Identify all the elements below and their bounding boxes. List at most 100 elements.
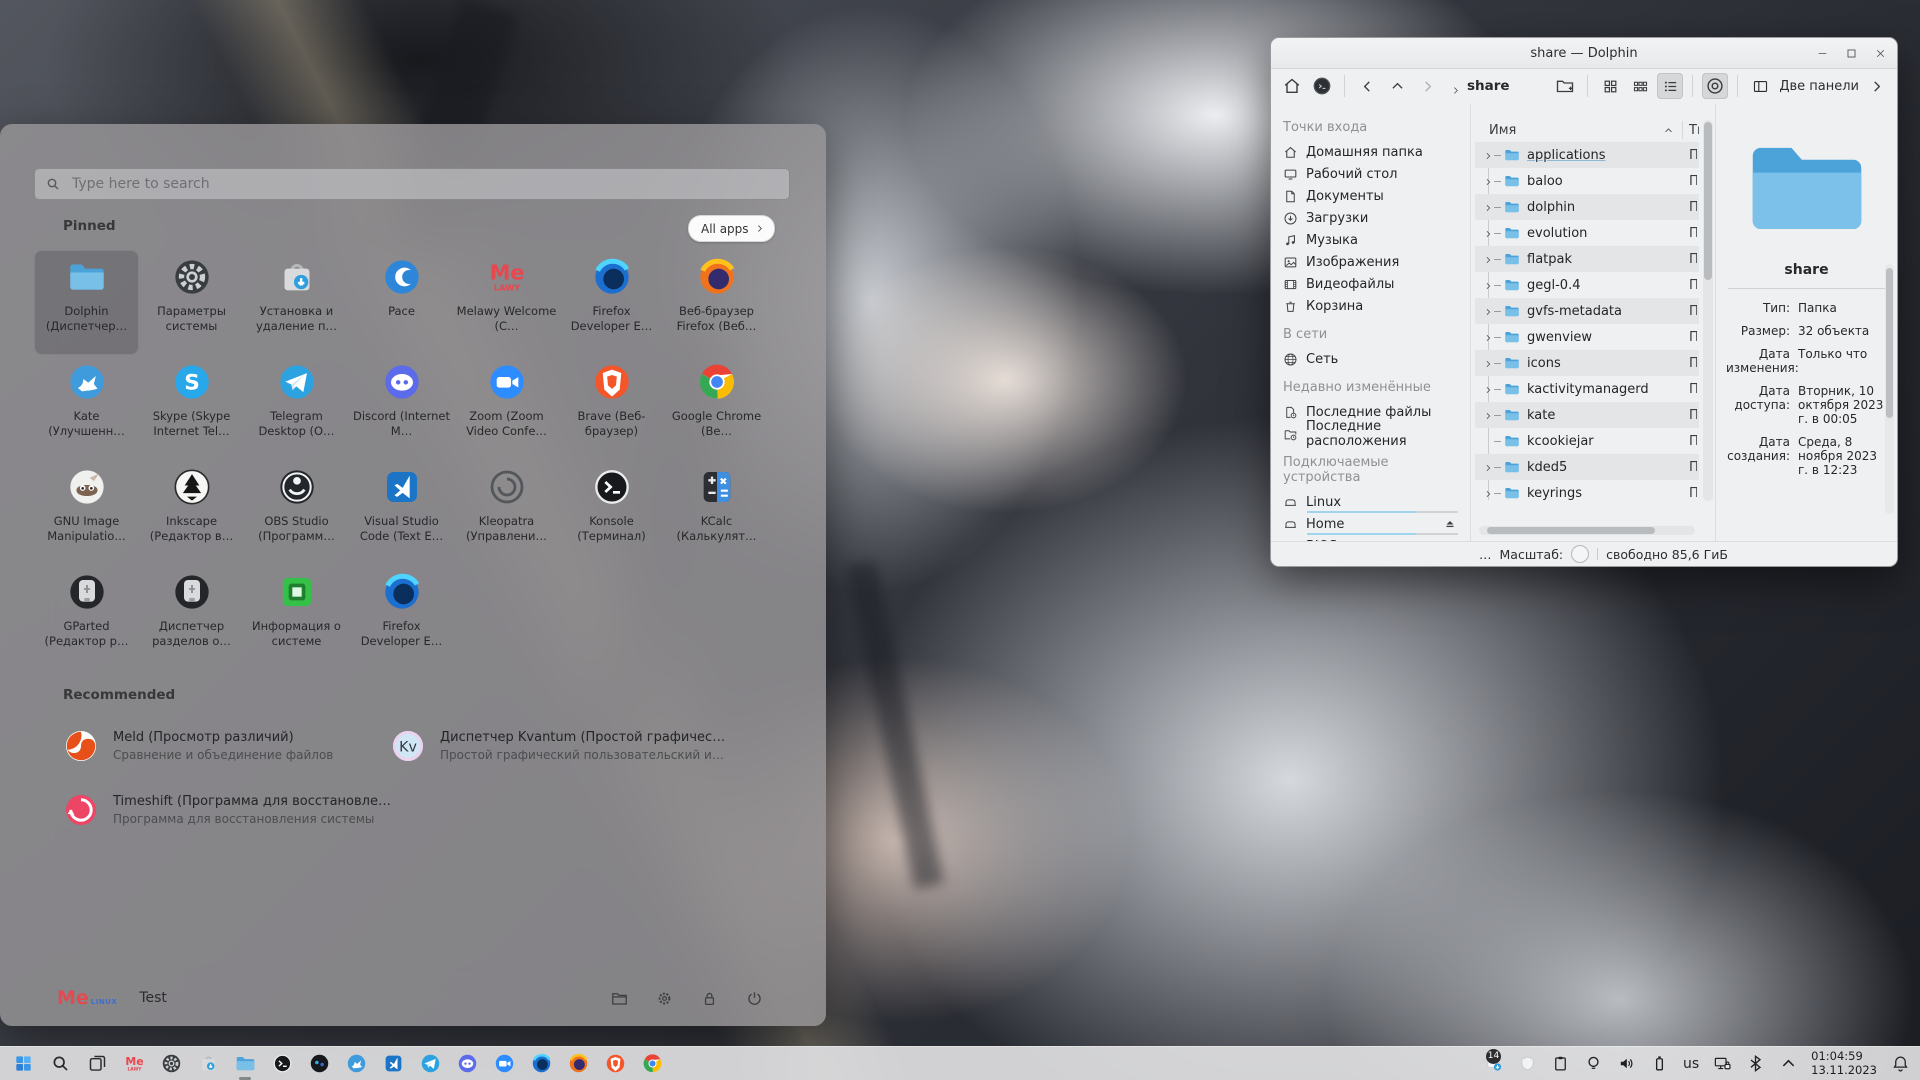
places-item-загрузки[interactable]: Загрузки bbox=[1283, 207, 1470, 229]
kate-launcher[interactable] bbox=[345, 1053, 367, 1075]
split-view-button[interactable]: Две панели bbox=[1747, 73, 1859, 99]
home-button[interactable] bbox=[1279, 73, 1305, 99]
file-row-evolution[interactable]: evolutionПапка bbox=[1475, 220, 1699, 246]
breadcrumb[interactable]: share bbox=[1450, 78, 1510, 94]
start-button[interactable] bbox=[12, 1053, 34, 1075]
zoom-launcher[interactable] bbox=[493, 1053, 515, 1075]
pinned-app[interactable]: Веб-браузер Firefox (Веб… bbox=[664, 250, 769, 355]
konsole-launcher[interactable] bbox=[271, 1053, 293, 1075]
pinned-app[interactable]: Информация о системе bbox=[244, 565, 349, 670]
expand-arrow-icon[interactable] bbox=[1483, 280, 1493, 290]
title-bar[interactable]: share — Dolphin bbox=[1271, 38, 1897, 69]
places-item-домашняя-папка[interactable]: Домашняя папка bbox=[1283, 141, 1470, 163]
places-item-сеть[interactable]: Сеть bbox=[1283, 348, 1470, 370]
file-row-gwenview[interactable]: gwenviewПапка bbox=[1475, 324, 1699, 350]
pinned-app[interactable]: Диспетчер разделов о… bbox=[139, 565, 244, 670]
update-notifier-icon[interactable]: 14 bbox=[1485, 1054, 1505, 1074]
pinned-app[interactable]: Visual Studio Code (Text E… bbox=[349, 460, 454, 565]
pinned-app[interactable]: Pace bbox=[349, 250, 454, 355]
search-button[interactable] bbox=[49, 1053, 71, 1075]
expand-arrow-icon[interactable] bbox=[1483, 358, 1493, 368]
settings-button[interactable] bbox=[655, 989, 674, 1008]
pinned-app[interactable]: Telegram Desktop (O… bbox=[244, 355, 349, 460]
expand-arrow-icon[interactable] bbox=[1483, 202, 1493, 212]
horizontal-scrollbar[interactable] bbox=[1479, 526, 1695, 535]
forward-button[interactable] bbox=[1414, 73, 1440, 99]
compact-view-button[interactable] bbox=[1627, 73, 1653, 99]
pinned-app[interactable]: Параметры системы bbox=[139, 250, 244, 355]
user-avatar[interactable] bbox=[1309, 73, 1335, 99]
places-item-изображения[interactable]: Изображения bbox=[1283, 251, 1470, 273]
file-row-icons[interactable]: iconsПапка bbox=[1475, 350, 1699, 376]
places-item-home[interactable]: Home bbox=[1283, 513, 1470, 535]
expand-arrow-icon[interactable] bbox=[1483, 462, 1493, 472]
clock[interactable]: 01:04:59 13.11.2023 bbox=[1811, 1050, 1877, 1076]
night-color-icon[interactable] bbox=[1584, 1054, 1604, 1074]
up-button[interactable] bbox=[1384, 73, 1410, 99]
chrome-launcher[interactable] bbox=[641, 1053, 663, 1075]
recommended-item[interactable]: KvДиспетчер Kvantum (Простой графичес…Пр… bbox=[390, 714, 770, 778]
file-row-gegl-0.4[interactable]: gegl-0.4Папка bbox=[1475, 272, 1699, 298]
pinned-app[interactable]: Kleopatra (Управлени… bbox=[454, 460, 559, 565]
preview-button[interactable] bbox=[1702, 73, 1728, 99]
minimize-button[interactable] bbox=[1816, 47, 1829, 60]
pinned-app[interactable]: GNU Image Manipulatio… bbox=[34, 460, 139, 565]
firefox-dev-launcher[interactable] bbox=[530, 1053, 552, 1075]
lock-button[interactable] bbox=[700, 989, 719, 1008]
file-manager-button[interactable] bbox=[610, 989, 629, 1008]
zoom-slider[interactable] bbox=[1571, 545, 1589, 563]
file-row-kded5[interactable]: kded5Папка bbox=[1475, 454, 1699, 480]
clipboard-icon[interactable] bbox=[1551, 1054, 1571, 1074]
melawy-launcher[interactable]: MeLAWY bbox=[123, 1053, 145, 1075]
file-row-applications[interactable]: applicationsПапка bbox=[1475, 142, 1699, 168]
notifications-bell-icon[interactable] bbox=[1890, 1054, 1910, 1074]
pinned-app[interactable]: OBS Studio (Программ… bbox=[244, 460, 349, 565]
network-icon[interactable] bbox=[1712, 1054, 1732, 1074]
places-item-документы[interactable]: Документы bbox=[1283, 185, 1470, 207]
icons-view-button[interactable] bbox=[1597, 73, 1623, 99]
volume-icon[interactable] bbox=[1617, 1054, 1637, 1074]
telegram-launcher[interactable] bbox=[419, 1053, 441, 1075]
discord-launcher[interactable] bbox=[456, 1053, 478, 1075]
expand-arrow-icon[interactable] bbox=[1483, 306, 1493, 316]
places-item-корзина[interactable]: Корзина bbox=[1283, 295, 1470, 317]
places-item-linux[interactable]: Linux bbox=[1283, 491, 1470, 513]
file-row-kactivitymanagerd[interactable]: kactivitymanagerdПапка bbox=[1475, 376, 1699, 402]
expand-arrow-icon[interactable] bbox=[1483, 150, 1493, 160]
info-scrollbar[interactable] bbox=[1885, 264, 1894, 514]
details-view-button[interactable] bbox=[1657, 73, 1683, 99]
power-button[interactable] bbox=[745, 989, 764, 1008]
bluetooth-icon[interactable] bbox=[1745, 1054, 1765, 1074]
places-item-рабочий-стол[interactable]: Рабочий стол bbox=[1283, 163, 1470, 185]
places-item-музыка[interactable]: Музыка bbox=[1283, 229, 1470, 251]
expand-arrow-icon[interactable] bbox=[1483, 176, 1493, 186]
expand-arrow-icon[interactable] bbox=[1483, 410, 1493, 420]
search-input[interactable] bbox=[70, 175, 779, 193]
discover-launcher[interactable] bbox=[197, 1053, 219, 1075]
file-row-kate[interactable]: kateПапка bbox=[1475, 402, 1699, 428]
pinned-app[interactable]: Konsole (Терминал) bbox=[559, 460, 664, 565]
recommended-item[interactable]: Meld (Просмотр различий)Сравнение и объе… bbox=[63, 714, 390, 778]
pinned-app[interactable]: Firefox Developer E… bbox=[349, 565, 454, 670]
pinned-app[interactable]: GParted (Редактор р… bbox=[34, 565, 139, 670]
pinned-app[interactable]: Kate (Улучшенн… bbox=[34, 355, 139, 460]
places-item-видеофайлы[interactable]: Видеофайлы bbox=[1283, 273, 1470, 295]
pinned-app[interactable]: Zoom (Zoom Video Confe… bbox=[454, 355, 559, 460]
close-button[interactable] bbox=[1874, 47, 1887, 60]
places-item-последние-расположения[interactable]: Последние расположения bbox=[1283, 423, 1470, 445]
tray-expander-icon[interactable] bbox=[1778, 1054, 1798, 1074]
expand-arrow-icon[interactable] bbox=[1483, 228, 1493, 238]
pinned-app[interactable]: Discord (Internet M… bbox=[349, 355, 454, 460]
file-row-dolphin[interactable]: dolphinПапка bbox=[1475, 194, 1699, 220]
firefox-launcher[interactable] bbox=[567, 1053, 589, 1075]
dolphin-launcher[interactable] bbox=[234, 1053, 256, 1075]
new-tab-button[interactable] bbox=[1552, 73, 1578, 99]
system-settings-launcher[interactable] bbox=[160, 1053, 182, 1075]
pinned-app[interactable]: Brave (Веб-браузер) bbox=[559, 355, 664, 460]
pinned-app[interactable]: SSkype (Skype Internet Tel… bbox=[139, 355, 244, 460]
column-headers[interactable]: Имя Тип bbox=[1475, 118, 1699, 143]
status-overflow[interactable]: … bbox=[1479, 547, 1492, 562]
back-button[interactable] bbox=[1354, 73, 1380, 99]
expand-arrow-icon[interactable] bbox=[1483, 254, 1493, 264]
battery-icon[interactable] bbox=[1650, 1054, 1670, 1074]
